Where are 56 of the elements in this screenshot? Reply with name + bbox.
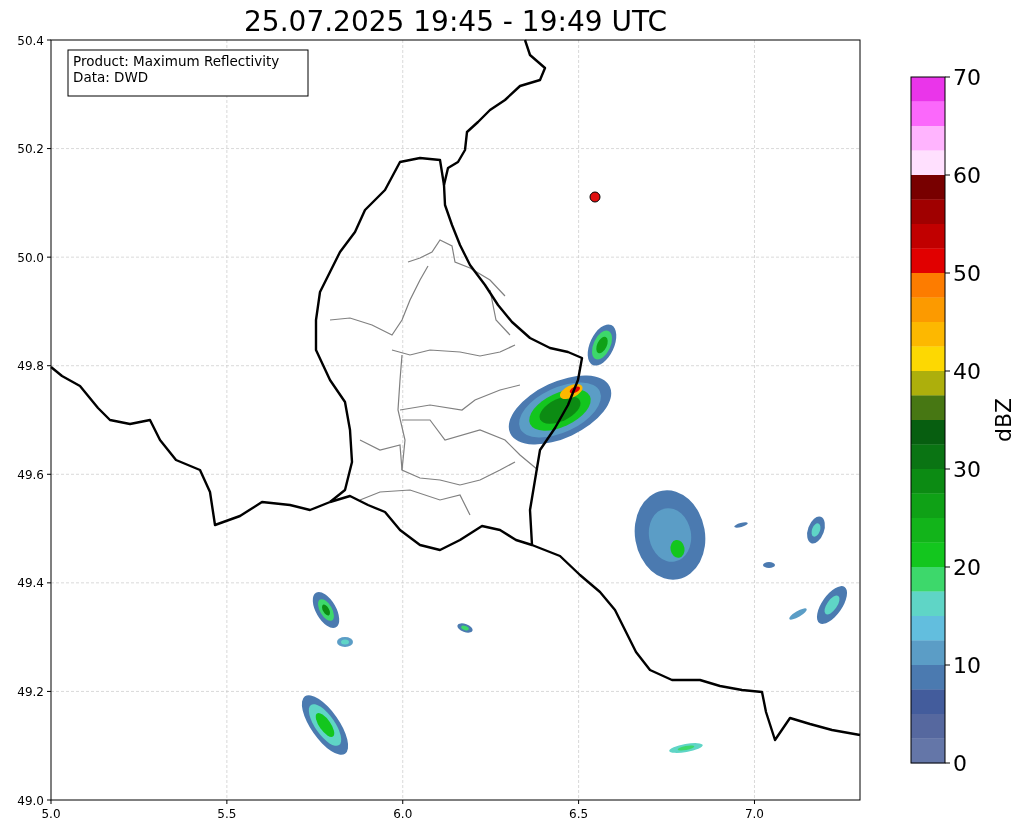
tick-mark — [944, 664, 951, 666]
tick-mark — [46, 148, 52, 150]
x-tick-label: 7.0 — [744, 807, 765, 821]
x-tick-label: 6.5 — [569, 807, 589, 821]
colorbar-tick-label: 60 — [953, 163, 981, 188]
colorbar-tick-label: 30 — [953, 457, 981, 482]
tick-mark — [944, 272, 951, 274]
chart-title: 25.07.2025 19:45 - 19:49 UTC — [244, 5, 667, 38]
location-marker — [589, 191, 601, 203]
colorbar-label: dBZ — [991, 397, 1016, 443]
tick-mark — [944, 174, 951, 176]
x-tick-label: 6.0 — [393, 807, 413, 821]
y-tick-label: 49.2 — [17, 684, 44, 699]
tick-mark — [944, 566, 951, 568]
tick-mark — [46, 256, 52, 258]
tick-mark — [578, 799, 580, 805]
x-tick-label: 5.5 — [217, 807, 237, 821]
radar-echo — [312, 592, 340, 628]
radar-echo — [587, 324, 617, 366]
tick-mark — [944, 76, 951, 78]
radar-echo — [734, 522, 748, 528]
tick-mark — [402, 799, 404, 805]
tick-mark — [46, 39, 52, 41]
radar-echo — [789, 608, 807, 620]
radar-echo — [337, 637, 353, 647]
colorbar-tick-label: 10 — [953, 653, 981, 678]
radar-echo — [763, 562, 775, 568]
tick-mark — [226, 799, 228, 805]
y-tick-label: 50.0 — [17, 250, 44, 265]
colorbar-tick-label: 0 — [953, 751, 967, 776]
colorbar-tick-label: 40 — [953, 359, 981, 384]
legend-text: Data: DWD — [73, 69, 149, 85]
colorbar-tick-label: 70 — [953, 65, 981, 90]
y-tick-label: 49.4 — [17, 576, 44, 591]
radar-echo — [457, 623, 473, 633]
y-tick-label: 49.0 — [17, 793, 44, 808]
x-tick-label: 5.0 — [41, 807, 61, 821]
tick-mark — [46, 690, 52, 692]
radar-echo — [669, 743, 703, 753]
y-tick-label: 49.8 — [17, 359, 44, 374]
legend-text: Product: Maximum Reflectivity — [73, 53, 280, 69]
tick-mark — [46, 365, 52, 367]
colorbar-tick-label: 50 — [953, 261, 981, 286]
radar-echo — [301, 695, 349, 755]
tick-mark — [46, 473, 52, 475]
tick-mark — [944, 370, 951, 372]
tick-mark — [754, 799, 755, 805]
y-tick-label: 50.4 — [17, 33, 44, 48]
y-tick-label: 50.2 — [17, 142, 44, 157]
y-tick-label: 49.6 — [17, 467, 44, 482]
radar-echo — [807, 516, 825, 544]
radar-echo — [817, 586, 847, 624]
tick-mark — [46, 582, 52, 584]
colorbar-tick-label: 20 — [953, 555, 981, 580]
tick-mark — [944, 468, 951, 470]
tick-mark — [944, 762, 951, 764]
